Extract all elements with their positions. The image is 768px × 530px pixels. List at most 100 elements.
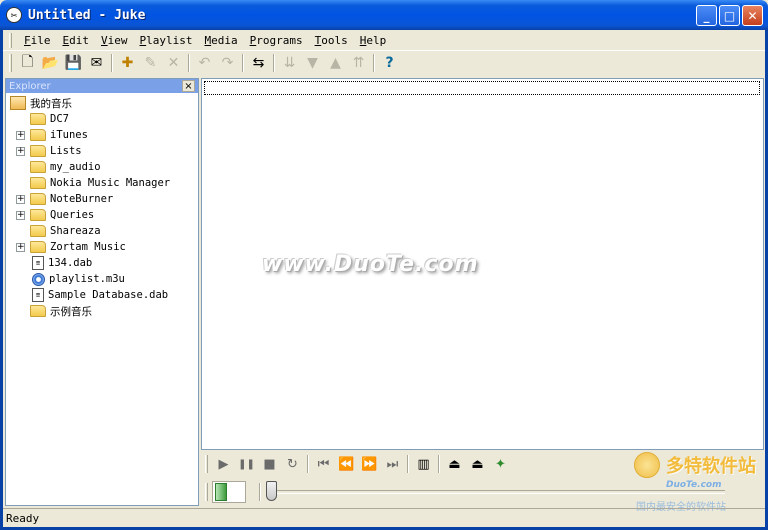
toolbar-separator — [273, 54, 275, 72]
seek-toolbar-grip[interactable] — [205, 483, 208, 501]
tree-item-label: Queries — [50, 209, 95, 221]
menu-help[interactable]: Help — [354, 31, 393, 50]
seek-slider-track[interactable] — [266, 481, 725, 501]
tree-item-label: Nokia Music Manager — [50, 177, 171, 189]
wizard-icon[interactable]: ✦ — [489, 453, 512, 475]
explorer-header: Explorer × — [6, 79, 198, 93]
save-icon[interactable]: 💾 — [62, 52, 85, 74]
stop-icon[interactable]: ■ — [258, 453, 281, 475]
email-icon[interactable]: ✉ — [85, 52, 108, 74]
tree-item-label: 134.dab — [48, 257, 93, 269]
tree-item[interactable]: playlist.m3u — [30, 271, 125, 287]
expand-toggle-icon[interactable]: + — [16, 211, 25, 220]
expand-toggle-icon[interactable]: + — [16, 195, 25, 204]
tree-item[interactable]: Shareaza — [30, 223, 101, 239]
tree-item[interactable]: Nokia Music Manager — [30, 175, 170, 191]
repeat-icon[interactable]: ↻ — [281, 453, 304, 475]
toolbar-grip[interactable] — [9, 54, 12, 72]
tree-item[interactable]: DC7 — [30, 111, 69, 127]
playlist-focus-row[interactable] — [204, 81, 760, 95]
tree-item[interactable]: Queries — [30, 207, 94, 223]
toolbar-separator — [242, 54, 244, 72]
volume-control[interactable] — [212, 481, 246, 503]
tree-item-label: 我的音乐 — [30, 97, 72, 110]
tree-item[interactable]: ≡ Sample Database.dab — [30, 287, 168, 303]
playlist-cd-icon — [32, 272, 45, 286]
shuffle-icon[interactable]: ⇆ — [247, 52, 270, 74]
add-icon[interactable]: ✚ — [116, 52, 139, 74]
minimize-button[interactable]: _ — [696, 5, 717, 26]
tree-item-label: 示例音乐 — [50, 305, 92, 318]
maximize-button[interactable]: □ — [719, 5, 740, 26]
delete-icon[interactable]: ✕ — [162, 52, 185, 74]
tree-item[interactable]: Zortam Music — [30, 239, 126, 255]
tree-item-label: NoteBurner — [50, 193, 114, 205]
folder-icon — [30, 145, 46, 157]
first-track-icon[interactable]: ⏮ — [312, 453, 335, 475]
move-to-bottom-icon[interactable]: ⇊ — [278, 52, 301, 74]
menu-edit[interactable]: Edit — [57, 31, 96, 50]
pause-icon[interactable]: ❚❚ — [235, 453, 258, 475]
menu-view[interactable]: View — [95, 31, 134, 50]
equalizer-icon[interactable]: ▥ — [412, 453, 435, 475]
explorer-title: Explorer — [9, 80, 51, 92]
folder-icon — [30, 305, 46, 317]
move-down-icon[interactable]: ▼ — [301, 52, 324, 74]
move-up-icon[interactable]: ▲ — [324, 52, 347, 74]
tree-item[interactable]: iTunes — [30, 127, 88, 143]
menu-file[interactable]: File — [18, 31, 57, 50]
tree-item-label: Shareaza — [50, 225, 101, 237]
undo-icon[interactable]: ↶ — [193, 52, 216, 74]
tree-item-label: Zortam Music — [50, 241, 126, 253]
tree-root-my-music[interactable]: 我的音乐 — [10, 95, 72, 111]
last-track-icon[interactable]: ⏭ — [381, 453, 404, 475]
folder-icon — [30, 241, 46, 253]
toolbar-separator — [111, 54, 113, 72]
player-toolbar: ▶ ❚❚ ■ ↻ ⏮ ⏪ ⏩ ⏭ ▥ ⏏ ⏏ ✦ — [201, 451, 764, 477]
menu-bar: File Edit View Playlist Media Programs T… — [3, 30, 765, 51]
music-library-icon — [10, 96, 26, 110]
tree-item[interactable]: Lists — [30, 143, 82, 159]
tree-item[interactable]: ≡ 134.dab — [30, 255, 92, 271]
watermark-text: www.DuoTe.com — [262, 252, 479, 277]
menu-programs[interactable]: Programs — [244, 31, 309, 50]
toolbar-separator — [373, 54, 375, 72]
title-bar: ✂ Untitled - Juke _ □ ✕ — [0, 0, 768, 30]
explorer-close-button[interactable]: × — [182, 80, 195, 92]
redo-icon[interactable]: ↷ — [216, 52, 239, 74]
new-icon[interactable]: 🗋 — [16, 52, 39, 74]
burn-cd-icon[interactable]: ⏏ — [466, 453, 489, 475]
menu-tools[interactable]: Tools — [309, 31, 354, 50]
explorer-panel: Explorer × 我的音乐 DC7 + iTunes + Lists my_audio… — [5, 78, 199, 506]
expand-toggle-icon[interactable]: + — [16, 131, 25, 140]
expand-toggle-icon[interactable]: + — [16, 243, 25, 252]
menubar-grip[interactable] — [9, 32, 12, 48]
juke-app-icon[interactable]: ✂ — [6, 7, 22, 23]
menu-media[interactable]: Media — [198, 31, 243, 50]
main-toolbar: 🗋 📂 💾 ✉ ✚ ✎ ✕ ↶ ↷ ⇆ ⇊ ▼ ▲ ⇈ ? — [3, 51, 765, 75]
tree-item[interactable]: NoteBurner — [30, 191, 113, 207]
eject-icon[interactable]: ⏏ — [443, 453, 466, 475]
player-separator — [438, 455, 440, 473]
window-title: Untitled - Juke — [28, 7, 146, 23]
folder-icon — [30, 113, 46, 125]
status-text: Ready — [6, 511, 40, 525]
open-folder-icon[interactable]: 📂 — [39, 52, 62, 74]
player-toolbar-grip[interactable] — [205, 455, 208, 473]
close-window-button[interactable]: ✕ — [742, 5, 763, 26]
edit-pencil-icon[interactable]: ✎ — [139, 52, 162, 74]
tree-item[interactable]: 示例音乐 — [30, 303, 92, 319]
folder-icon — [30, 193, 46, 205]
help-icon[interactable]: ? — [378, 52, 401, 74]
play-icon[interactable]: ▶ — [212, 453, 235, 475]
move-to-top-icon[interactable]: ⇈ — [347, 52, 370, 74]
next-track-icon[interactable]: ⏩ — [358, 453, 381, 475]
seek-slider-thumb[interactable] — [266, 481, 277, 501]
previous-track-icon[interactable]: ⏪ — [335, 453, 358, 475]
folder-icon — [30, 177, 46, 189]
expand-toggle-icon[interactable]: + — [16, 147, 25, 156]
menu-playlist[interactable]: Playlist — [134, 31, 199, 50]
folder-icon — [30, 129, 46, 141]
tree-item[interactable]: my_audio — [30, 159, 101, 175]
player-separator — [407, 455, 409, 473]
